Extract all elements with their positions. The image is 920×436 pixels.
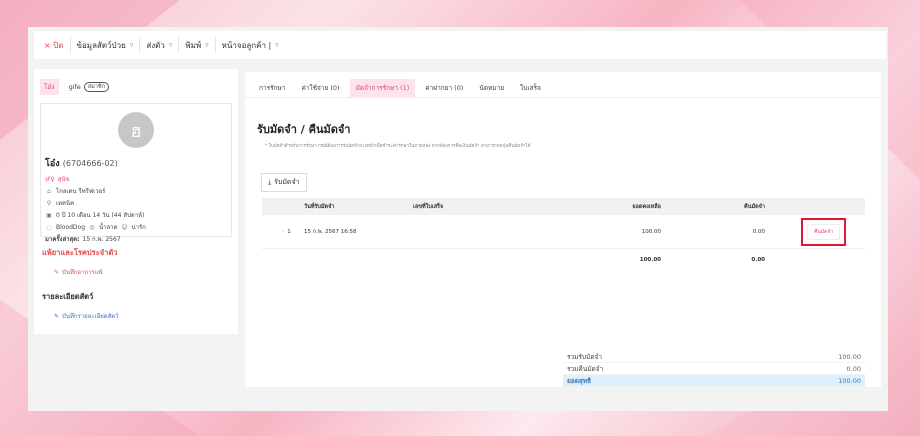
location: เทคนิค: [56, 200, 75, 207]
table-row: › 1 15 ก.พ. 2567 16:58 100.00 0.00 คืนมั…: [262, 215, 865, 249]
pet-name-text: โอ๋ง: [45, 159, 60, 169]
add-details-link[interactable]: ✎ บันทึกรายละเอียดสัตว์: [54, 311, 238, 321]
add-allergy-label: บันทึกอาการแพ้: [62, 269, 103, 276]
refund-highlight: คืนมัดจำ: [801, 217, 847, 246]
refer-menu[interactable]: ส่งตัว ▿: [140, 37, 180, 53]
avatar: ฮ: [118, 112, 154, 148]
location-line: ⚲ เทคนิค: [45, 198, 227, 208]
row-action: คืนมัดจำ: [765, 217, 865, 246]
tab-pet-active[interactable]: โอ๋ง: [40, 79, 59, 95]
chevron-down-icon: ▿: [275, 41, 279, 49]
breed-line: ⌂ โกลเดน รีทรีฟเวอร์: [45, 186, 227, 196]
menu-label: พิมพ์: [185, 40, 202, 50]
last-visit-label: มาครั้งล่าสุด:: [45, 236, 80, 243]
close-button[interactable]: × ปิด: [38, 37, 71, 53]
tab-treatment[interactable]: การรักษา: [253, 79, 291, 97]
paw-icon: ◎: [89, 223, 95, 231]
dog-icon: ⌂: [47, 187, 51, 195]
pencil-icon: ✎: [54, 268, 60, 276]
add-deposit-button[interactable]: ⤓ รับมัดจำ: [261, 173, 307, 192]
pet-name: โอ๋ง (6704666-02): [45, 156, 227, 170]
last-visit-date: 15 ก.พ. 2567: [82, 236, 121, 243]
download-icon: ⤓: [268, 178, 272, 186]
patient-sidebar: โอ๋ง gife สมาชิก ฮ โอ๋ง (6704666-02) ♂♀ …: [34, 69, 238, 334]
add-allergy-link[interactable]: ✎ บันทึกอาการแพ้: [54, 267, 238, 277]
summary-total-deposit: รวมรับมัดจำ 100.00: [563, 351, 865, 363]
tab-receipts[interactable]: ใบเสร็จ: [514, 79, 547, 97]
summary-total-refund: รวมคืนมัดจำ 0.00: [563, 363, 865, 375]
summary-label: รวมคืนมัดจำ: [567, 364, 604, 373]
chevron-down-icon: ▿: [129, 41, 134, 49]
member-badge: สมาชิก: [83, 82, 109, 92]
menu-label: หน้าจอลูกค้า |: [221, 40, 272, 50]
blood-drop-icon: ◌: [46, 223, 52, 231]
refund-button[interactable]: คืนมัดจำ: [807, 223, 841, 240]
allergy-section-title: แพ้ยาและโรคประจำตัว: [42, 248, 118, 257]
color: น้ำลาด: [99, 224, 118, 231]
smile-icon: ☺: [121, 223, 128, 231]
traits-line: ◌ BloodDog ◎ น้ำลาด ☺ น่ารัก: [45, 222, 227, 232]
row-no: 1: [287, 228, 291, 235]
patient-info-menu[interactable]: ข้อมูลสัตว์ป่วย ▿: [71, 37, 141, 53]
tab-expenses[interactable]: ค่าใช้จ่าย (0): [295, 79, 345, 97]
summary-box: รวมรับมัดจำ 100.00 รวมคืนมัดจำ 0.00 ยอดส…: [563, 351, 865, 387]
deposit-table: วันที่รับมัดจำ เลขที่ใบเสร็จ ยอดคงเหลือ …: [262, 198, 865, 271]
summary-value: 100.00: [838, 352, 861, 361]
pet-card: ฮ โอ๋ง (6704666-02) ♂♀ สุนัข ⌂ โกลเดน รี…: [40, 103, 232, 243]
menu-label: ส่งตัว: [146, 40, 165, 50]
cake-icon: ▣: [46, 211, 52, 219]
header-date: วันที่รับมัดจำ: [304, 203, 335, 210]
summary-value: 100.00: [838, 376, 861, 385]
species-line: ♂♀ สุนัข: [45, 174, 227, 184]
chevron-down-icon: ▿: [205, 41, 209, 49]
summary-value: 0.00: [846, 364, 861, 373]
customer-screen-menu[interactable]: หน้าจอลูกค้า | ▿: [216, 37, 285, 53]
page-subtitle: * ใบมัดจำสำหรับการรักษา กรณีต้องการรับมั…: [265, 144, 531, 149]
tab-owner[interactable]: gife สมาชิก: [69, 82, 109, 92]
breed: โกลเดน รีทรีฟเวอร์: [56, 188, 106, 195]
print-menu[interactable]: พิมพ์ ▿: [179, 37, 216, 53]
chevron-down-icon: ▿: [168, 41, 173, 49]
location-pin-icon: ⚲: [46, 199, 52, 207]
details-section-title: รายละเอียดสัตว์: [42, 292, 94, 301]
footer-refund: 0.00: [751, 257, 765, 263]
summary-label: รวมรับมัดจำ: [567, 352, 603, 361]
summary-label: ยอดสุทธิ: [567, 376, 592, 385]
tab-appointments[interactable]: นัดหมาย: [473, 79, 510, 97]
top-toolbar: × ปิด ข้อมูลสัตว์ป่วย ▿ ส่งตัว ▿ พิมพ์ ▿…: [34, 31, 886, 59]
app-window: × ปิด ข้อมูลสัตว์ป่วย ▿ ส่งตัว ▿ พิมพ์ ▿…: [28, 27, 888, 411]
tab-medicine-deposit[interactable]: ค่าฝากยา (0): [419, 79, 469, 97]
menu-label: ข้อมูลสัตว์ป่วย: [76, 40, 126, 50]
pencil-icon: ✎: [54, 312, 60, 320]
last-visit-line: มาครั้งล่าสุด: 15 ก.พ. 2567: [45, 234, 227, 244]
add-details-label: บันทึกรายละเอียดสัตว์: [62, 313, 119, 320]
row-balance: 100.00: [641, 228, 661, 235]
age: 0 ปี 10 เดือน 14 วัน (44 สัปดาห์): [56, 212, 145, 219]
add-deposit-label: รับมัดจำ: [274, 178, 300, 186]
table-header: วันที่รับมัดจำ เลขที่ใบเสร็จ ยอดคงเหลือ …: [262, 198, 865, 215]
header-balance: ยอดคงเหลือ: [632, 203, 661, 210]
header-receipt: เลขที่ใบเสร็จ: [413, 203, 444, 210]
sex-icon: ♂♀: [45, 175, 55, 183]
main-tabs: การรักษา ค่าใช้จ่าย (0) มัดจำการรักษา (1…: [245, 72, 881, 98]
table-footer: 100.00 0.00: [262, 249, 865, 271]
owner-name: gife: [68, 83, 81, 91]
row-date: 15 ก.พ. 2567 16:58: [304, 228, 357, 235]
main-panel: การรักษา ค่าใช้จ่าย (0) มัดจำการรักษา (1…: [245, 72, 881, 387]
temperament: น่ารัก: [131, 224, 146, 231]
blood-type: BloodDog: [56, 223, 86, 231]
footer-balance: 100.00: [639, 257, 661, 263]
summary-net: ยอดสุทธิ 100.00: [563, 375, 865, 387]
row-refund: 0.00: [752, 228, 765, 235]
expand-chevron-icon[interactable]: ›: [262, 229, 284, 235]
species: สุนัข: [57, 176, 70, 183]
pet-code: (6704666-02): [62, 159, 118, 168]
header-refund: คืนมัดจำ: [744, 203, 765, 210]
tab-deposit[interactable]: มัดจำการรักษา (1): [349, 78, 416, 97]
age-line: ▣ 0 ปี 10 เดือน 14 วัน (44 สัปดาห์): [45, 210, 227, 220]
page-title: รับมัดจำ / คืนมัดจำ: [257, 123, 351, 136]
